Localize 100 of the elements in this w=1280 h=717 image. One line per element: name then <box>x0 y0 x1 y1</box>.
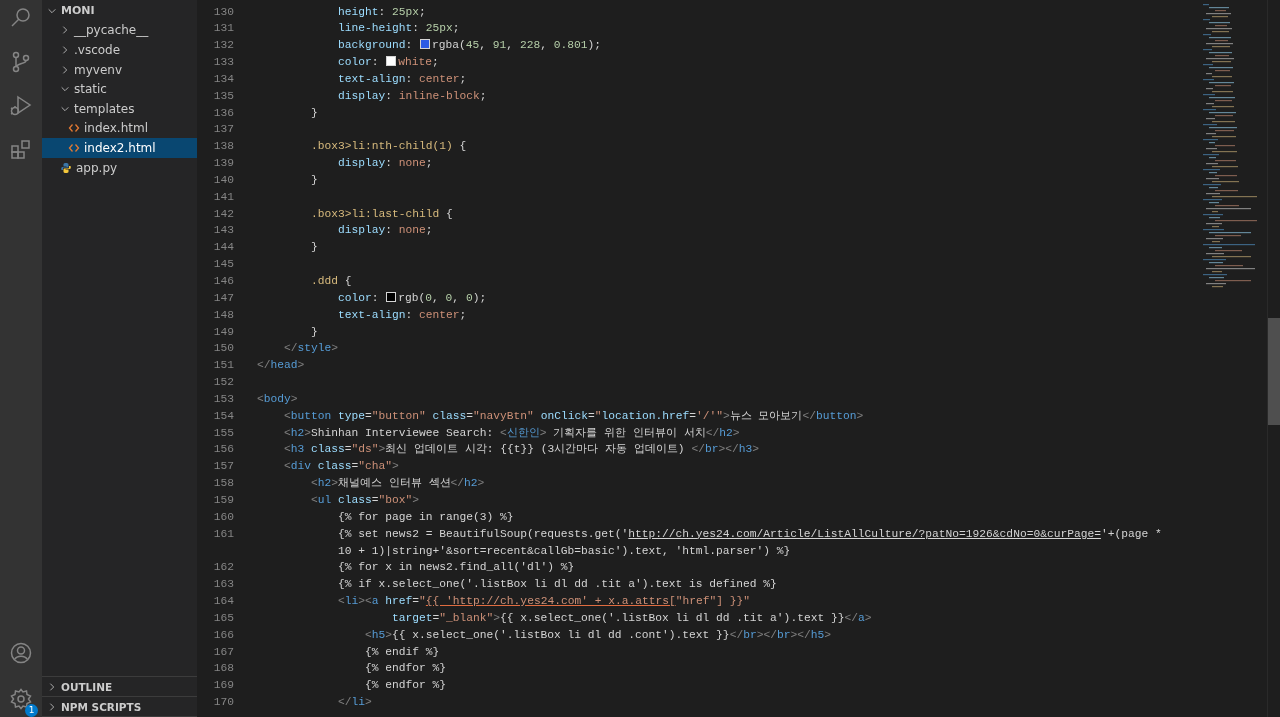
line-number: 134 <box>212 71 234 87</box>
code-line: .ddd { <box>310 274 352 289</box>
code-line: <h2>Shinhan Interviewee Search: <신한인> 기획자를 위한 인터뷰이 서치</h2> <box>283 425 740 441</box>
code-line: <div class="cha"> <box>283 459 399 475</box>
line-number: 145 <box>212 257 234 273</box>
code-line: display: none; <box>337 223 433 239</box>
line-number: 162 <box>212 560 234 576</box>
code-line: color: rgb(0, 0, 0); <box>337 290 487 306</box>
line-number: 153 <box>212 391 234 407</box>
line-number: 130 <box>212 4 234 20</box>
code-line: <h2>채널예스 인터뷰 섹션</h2> <box>310 476 485 492</box>
line-number: 151 <box>212 358 234 374</box>
line-number: 137 <box>212 122 234 138</box>
folder-item[interactable]: static <box>42 79 197 99</box>
line-number: 149 <box>212 324 234 340</box>
run-debug-icon[interactable] <box>9 94 33 118</box>
code-line: display: inline-block; <box>337 88 487 104</box>
line-number: 146 <box>212 274 234 289</box>
line-number: 136 <box>212 105 234 121</box>
folder-item[interactable]: .vscode <box>42 40 197 60</box>
file-item[interactable]: index.html <box>42 118 197 139</box>
line-number: 148 <box>212 307 234 323</box>
code-line: } <box>310 240 318 256</box>
extensions-icon[interactable] <box>9 138 33 162</box>
code-line: </li> <box>337 695 372 711</box>
code-line: {% endif %} <box>364 644 440 660</box>
file-item[interactable]: app.py <box>42 157 197 178</box>
line-number: 144 <box>212 240 234 256</box>
line-number: 166 <box>212 627 234 643</box>
code-line: height: 25px; <box>337 4 426 20</box>
code-line: .box3>li:last-child { <box>310 206 453 222</box>
code-line: {% if x.select_one('.listBox li dl dd .tit a').text is defined %} <box>337 577 777 593</box>
line-number: 154 <box>212 408 234 424</box>
line-number: 133 <box>212 55 234 71</box>
code-line: </style> <box>283 341 339 357</box>
chevron-right-icon <box>60 64 70 75</box>
line-number: 152 <box>212 375 234 391</box>
code-line: </head> <box>257 358 305 374</box>
code-line: text-align: center; <box>337 307 467 323</box>
line-number: 140 <box>212 172 234 188</box>
code-line: } <box>310 324 318 340</box>
line-number: 163 <box>212 577 234 593</box>
line-number: 131 <box>212 21 234 37</box>
chevron-right-icon <box>60 25 70 36</box>
chevron-right-icon <box>60 45 70 55</box>
chevron-right-icon <box>47 701 57 712</box>
line-number: 142 <box>212 206 234 222</box>
line-number: 135 <box>212 88 234 104</box>
code-line: <ul class="box"> <box>310 492 420 508</box>
python-icon <box>60 161 72 174</box>
code-brackets-icon <box>68 141 80 154</box>
code-line: display: none; <box>337 156 433 172</box>
code-line: 10 + 1)|string+'&sort=recent&callGb=basic').text, 'html.parser') %} <box>337 543 791 559</box>
code-line: {% for page in range(3) %} <box>337 509 514 525</box>
account-icon[interactable] <box>9 641 33 665</box>
line-number: 164 <box>212 594 234 610</box>
line-number: 139 <box>212 156 234 172</box>
folder-item[interactable]: templates <box>42 98 197 119</box>
scrollbar-thumb[interactable] <box>1268 318 1280 425</box>
code-line: <body> <box>257 391 298 407</box>
folder-item[interactable]: __pycache__ <box>42 20 197 41</box>
code-line: {% endfor %} <box>364 661 447 677</box>
notification-badge: 1 <box>25 704 38 717</box>
file-item[interactable]: index2.html <box>42 138 197 158</box>
line-number: 160 <box>212 509 234 525</box>
line-number: 169 <box>212 678 234 694</box>
line-number: 158 <box>212 476 234 492</box>
line-number: 143 <box>212 223 234 239</box>
code-line: {% endfor %} <box>364 678 447 694</box>
code-line: target="_blank">{{ x.select_one('.listBox li dl dd .tit a').text }}</a> <box>391 610 872 626</box>
code-line: <h5>{{ x.select_one('.listBox li dl dd .cont').text }}</br></br></h5> <box>364 627 831 643</box>
code-line: {% for x in news2.find_all('dl') %} <box>337 560 575 576</box>
line-number: 159 <box>212 492 234 508</box>
line-number: 150 <box>212 341 234 357</box>
code-line: <button type="button" class="navyBtn" onClick="location.href='/'">뉴스 모아보기</button> <box>283 408 864 424</box>
code-line: text-align: center; <box>337 71 467 87</box>
color-swatch[interactable] <box>386 56 397 67</box>
code-line: background: rgba(45, 91, 228, 0.801); <box>337 38 601 54</box>
settings-icon[interactable] <box>9 687 33 711</box>
line-number: 165 <box>212 610 234 626</box>
line-number: 147 <box>212 290 234 306</box>
code-line: <h3 class="ds">최신 업데이트 시각: {{t}} (3시간마다 자동 업데이트) </br></h3> <box>283 442 759 458</box>
explorer-root-folder[interactable]: MONI <box>42 1 197 21</box>
color-swatch[interactable] <box>386 291 397 302</box>
chevron-right-icon <box>47 681 57 692</box>
code-line: } <box>310 105 318 121</box>
line-number: 168 <box>212 661 234 677</box>
line-number: 167 <box>212 644 234 660</box>
line-number: 170 <box>212 695 234 711</box>
code-line: .box3>li:nth-child(1) { <box>310 139 467 155</box>
line-number: 141 <box>212 189 234 205</box>
code-line: } <box>310 172 318 188</box>
color-swatch[interactable] <box>420 39 431 50</box>
code-line: line-height: 25px; <box>337 21 460 37</box>
line-number: 156 <box>212 442 234 458</box>
code-line: {% set news2 = BeautifulSoup(requests.get('http://ch.yes24.com/Article/ListAllCulture/?patNo=1926&cdNo=0&curPage='+(page * <box>337 526 1162 542</box>
folder-item[interactable]: myvenv <box>42 59 197 80</box>
line-number: 138 <box>212 139 234 155</box>
code-line: <li><a href="{{ 'http://ch.yes24.com' + x.a.attrs["href"] }}" <box>337 594 750 610</box>
line-number: 155 <box>212 425 234 441</box>
